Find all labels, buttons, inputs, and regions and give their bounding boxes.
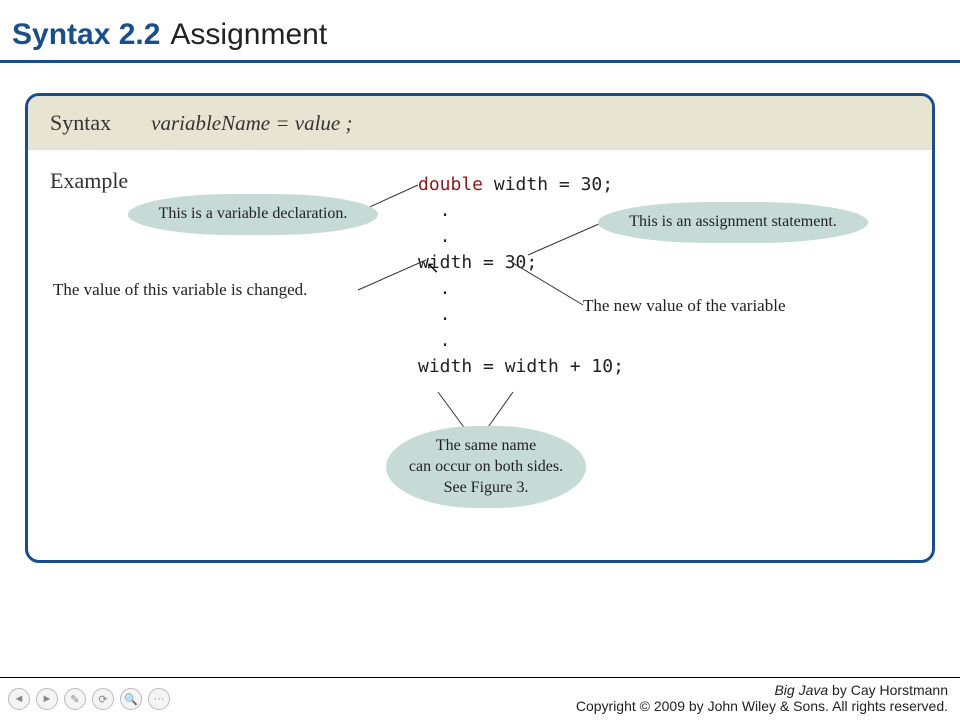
- footer: Big Java by Cay Horstmann Copyright © 20…: [0, 677, 960, 714]
- note-new-value: The new value of the variable: [583, 296, 786, 316]
- footer-copyright: Copyright © 2009 by John Wiley & Sons. A…: [0, 698, 948, 714]
- code-block: double width = 30; . . width = 30; . . .…: [418, 172, 624, 380]
- note-value-changed: The value of this variable is changed.: [53, 280, 307, 300]
- page-title-bar: Syntax 2.2 Assignment: [0, 0, 960, 60]
- code-line-3: width = width + 10;: [418, 356, 624, 377]
- title-underline: [0, 60, 960, 63]
- syntax-diagram-box: Syntax variableName = value ; Example do…: [25, 93, 935, 563]
- footer-author: by Cay Horstmann: [828, 682, 948, 698]
- code-line-2: width = 30;: [418, 252, 537, 273]
- syntax-row: Syntax variableName = value ;: [28, 96, 932, 150]
- title-number: Syntax 2.2: [12, 18, 160, 51]
- syntax-code: variableName = value ;: [151, 111, 352, 136]
- syntax-label: Syntax: [50, 110, 111, 136]
- footer-book-title: Big Java: [774, 682, 828, 698]
- code-dots-1: . .: [418, 200, 451, 247]
- example-label: Example: [50, 168, 128, 193]
- callout-assignment: This is an assignment statement.: [598, 202, 868, 243]
- title-text: Assignment: [170, 18, 327, 51]
- callout-declaration: This is a variable declaration.: [128, 194, 378, 235]
- example-area: Example double width = 30; . . width = 3…: [28, 150, 932, 560]
- keyword-double: double: [418, 174, 483, 195]
- code-line-1: width = 30;: [483, 174, 613, 195]
- code-dots-2: . . .: [418, 278, 451, 351]
- callout-same-name: The same name can occur on both sides. S…: [386, 426, 586, 508]
